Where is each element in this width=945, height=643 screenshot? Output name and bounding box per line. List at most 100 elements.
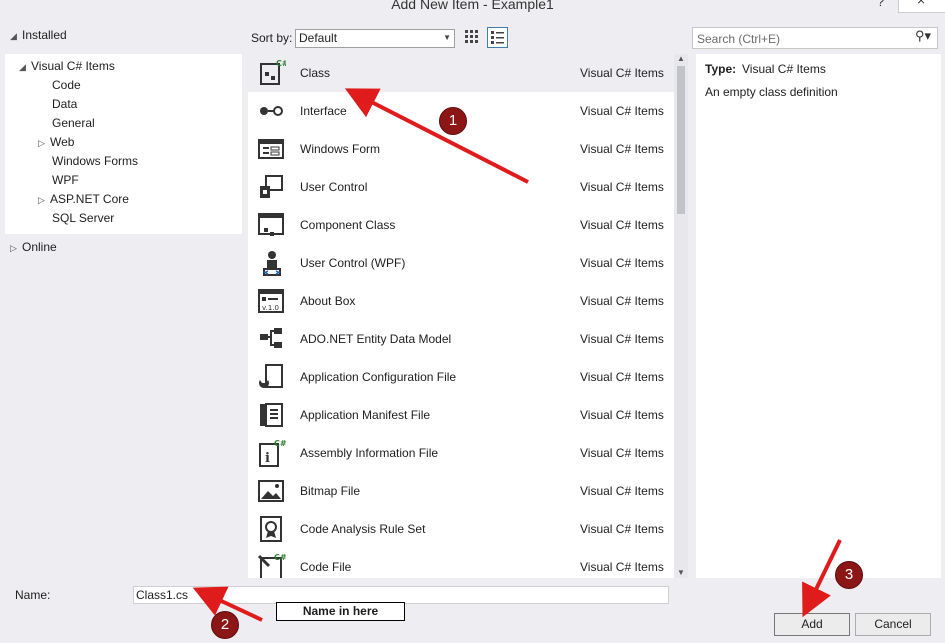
item-name: Component Class xyxy=(300,218,396,232)
svg-text:C#: C# xyxy=(274,439,286,448)
expanded-caret-icon: ◢ xyxy=(19,62,26,72)
type-label: Type: xyxy=(705,62,737,76)
item-name: Application Configuration File xyxy=(300,370,457,384)
config-file-icon xyxy=(259,364,283,388)
collapsed-caret-icon: ▷ xyxy=(10,243,17,253)
item-category: Visual C# Items xyxy=(580,180,664,194)
item-name: ADO.NET Entity Data Model xyxy=(300,332,452,346)
item-category: Visual C# Items xyxy=(580,522,664,536)
user-control-wpf-icon xyxy=(263,251,281,276)
tree-item-code[interactable]: Code xyxy=(52,76,81,94)
item-category: Visual C# Items xyxy=(580,332,664,346)
item-category: Visual C# Items xyxy=(580,294,664,308)
svg-text:i: i xyxy=(265,451,270,466)
item-name: Application Manifest File xyxy=(300,408,431,422)
tree-online[interactable]: ▷ Online xyxy=(10,240,57,254)
tree-installed-label: Installed xyxy=(22,28,67,42)
name-label: Name: xyxy=(15,588,51,602)
item-name: Windows Form xyxy=(300,142,381,156)
component-class-icon xyxy=(258,213,284,236)
list-item-class[interactable]: C# Class Visual C# Items xyxy=(248,54,674,92)
annotation-badge-3: 3 xyxy=(835,561,863,589)
tree-item-web[interactable]: ▷ Web xyxy=(38,133,74,151)
svg-text:C#: C# xyxy=(274,553,286,562)
code-file-icon: C# xyxy=(257,553,286,578)
interface-icon xyxy=(260,106,283,116)
tree-item-sql-server[interactable]: SQL Server xyxy=(52,209,114,227)
search-box[interactable]: ⚲▾ xyxy=(692,27,938,49)
list-item-code-file[interactable]: C# Code File Visual C# Items xyxy=(248,548,674,578)
item-template-list: C# Class Visual C# Items Interface Visua… xyxy=(248,54,688,578)
scroll-up-icon[interactable]: ▲ xyxy=(677,54,685,63)
item-category: Visual C# Items xyxy=(580,218,664,232)
svg-text:v.1.0: v.1.0 xyxy=(262,304,279,312)
scroll-down-icon[interactable]: ▼ xyxy=(677,568,685,577)
bitmap-file-icon xyxy=(258,480,284,502)
sort-value: Default xyxy=(299,31,338,45)
item-name: Code File xyxy=(300,560,352,574)
window-title: Add New Item - Example1 xyxy=(391,0,554,12)
list-item-user-control[interactable]: User Control Visual C# Items xyxy=(248,168,674,206)
assembly-info-icon: i C# xyxy=(259,439,286,467)
tree-installed[interactable]: ◢ Installed xyxy=(10,28,67,42)
item-name: User Control (WPF) xyxy=(300,256,406,270)
tree-item-visual-cs[interactable]: ◢ Visual C# Items xyxy=(19,57,115,75)
collapsed-caret-icon: ▷ xyxy=(38,138,45,148)
item-name: Bitmap File xyxy=(300,484,361,498)
cancel-button[interactable]: Cancel xyxy=(855,613,931,636)
list-item-app-config-file[interactable]: Application Configuration File Visual C#… xyxy=(248,358,674,396)
list-scrollbar[interactable]: ▲ ▼ xyxy=(674,54,688,578)
scrollbar-thumb[interactable] xyxy=(677,66,685,214)
item-description: An empty class definition xyxy=(705,85,838,99)
item-category: Visual C# Items xyxy=(580,370,664,384)
list-item-assembly-info-file[interactable]: i C# Assembly Information File Visual C# … xyxy=(248,434,674,472)
list-item-user-control-wpf[interactable]: User Control (WPF) Visual C# Items xyxy=(248,244,674,282)
about-box-icon: v.1.0 xyxy=(258,289,284,313)
close-button[interactable]: × xyxy=(898,0,945,13)
list-view-icon xyxy=(491,31,504,44)
item-category: Visual C# Items xyxy=(580,142,664,156)
search-icon[interactable]: ⚲▾ xyxy=(915,28,931,44)
list-item-code-analysis-rule-set[interactable]: Code Analysis Rule Set Visual C# Items xyxy=(248,510,674,548)
list-item-about-box[interactable]: v.1.0 About Box Visual C# Items xyxy=(248,282,674,320)
add-button[interactable]: Add xyxy=(774,613,850,636)
tree-online-label: Online xyxy=(22,240,57,254)
collapsed-caret-icon: ▷ xyxy=(38,195,45,205)
template-tree: ◢ Visual C# Items Code Data General ▷ Web … xyxy=(5,54,242,234)
item-name: Class xyxy=(300,66,331,80)
search-input[interactable] xyxy=(695,30,909,47)
tree-item-data[interactable]: Data xyxy=(52,95,77,113)
name-input[interactable] xyxy=(136,588,656,602)
annotation-note: Name in here xyxy=(276,602,405,621)
list-item-windows-form[interactable]: Windows Form Visual C# Items xyxy=(248,130,674,168)
list-item-bitmap-file[interactable]: Bitmap File Visual C# Items xyxy=(248,472,674,510)
expanded-caret-icon: ◢ xyxy=(10,31,17,41)
rule-set-icon xyxy=(260,516,282,542)
tree-item-windows-forms[interactable]: Windows Forms xyxy=(52,152,138,170)
tree-item-label: ASP.NET Core xyxy=(50,192,129,206)
class-icon: C# xyxy=(260,59,286,85)
sort-dropdown[interactable]: Default ▼ xyxy=(295,29,455,48)
list-item-component-class[interactable]: Component Class Visual C# Items xyxy=(248,206,674,244)
entity-model-icon xyxy=(260,328,282,348)
close-icon: × xyxy=(917,0,926,8)
user-control-icon xyxy=(260,175,283,198)
title-bar: Add New Item - Example1 ? × xyxy=(0,0,945,20)
list-item-entity-data-model[interactable]: ADO.NET Entity Data Model Visual C# Item… xyxy=(248,320,674,358)
list-view-button[interactable] xyxy=(487,27,508,48)
item-category: Visual C# Items xyxy=(580,256,664,270)
tree-item-aspnet-core[interactable]: ▷ ASP.NET Core xyxy=(38,190,129,208)
tree-item-wpf[interactable]: WPF xyxy=(52,171,79,189)
grid-view-icon[interactable] xyxy=(463,28,481,46)
item-name: Assembly Information File xyxy=(300,446,439,460)
item-name: User Control xyxy=(300,180,368,194)
item-category: Visual C# Items xyxy=(580,484,664,498)
item-category: Visual C# Items xyxy=(580,104,664,118)
item-name: About Box xyxy=(300,294,356,308)
tree-item-label: Visual C# Items xyxy=(31,59,115,73)
item-category: Visual C# Items xyxy=(580,560,664,574)
list-item-manifest-file[interactable]: Application Manifest File Visual C# Item… xyxy=(248,396,674,434)
tree-item-general[interactable]: General xyxy=(52,114,95,132)
help-button[interactable]: ? xyxy=(877,0,884,9)
item-category: Visual C# Items xyxy=(580,446,664,460)
